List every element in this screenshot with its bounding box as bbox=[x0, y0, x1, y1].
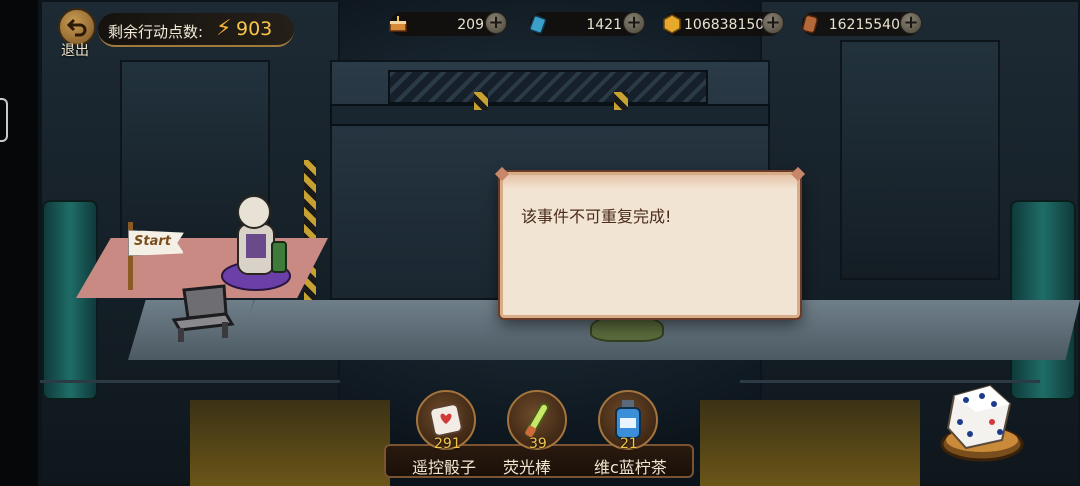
cake-icon bbox=[389, 16, 407, 32]
chair-icon bbox=[171, 284, 235, 342]
resource-value-bronze: 16215540 bbox=[828, 17, 900, 33]
background-beam bbox=[330, 104, 770, 126]
roll-dice-button[interactable] bbox=[936, 378, 1026, 464]
floor-glow-right bbox=[700, 400, 920, 486]
event-dialog[interactable]: 该事件不可重复完成! bbox=[494, 166, 806, 318]
gold-coin-icon bbox=[663, 14, 681, 34]
railing-left bbox=[40, 380, 340, 383]
add-gold-button[interactable]: + bbox=[762, 12, 784, 34]
resource-value-cake: 209 bbox=[457, 17, 484, 33]
background-machine-right bbox=[840, 40, 1000, 280]
add-cake-button[interactable]: + bbox=[485, 12, 507, 34]
hazard-stripe-top-right bbox=[614, 92, 628, 110]
item-name-lemon-tea: 维c蓝柠茶 bbox=[594, 458, 667, 477]
resource-value-gold: 106838150 bbox=[684, 17, 765, 33]
dialog-header-strip bbox=[503, 175, 797, 189]
battery-icon bbox=[529, 15, 547, 34]
background-truss bbox=[388, 70, 708, 104]
exit-label[interactable]: 退出 bbox=[61, 40, 89, 60]
player-character bbox=[221, 195, 291, 291]
action-points-value: 903 bbox=[236, 18, 273, 40]
hazard-stripe-top bbox=[474, 92, 488, 110]
item-name-glow-stick: 荧光棒 bbox=[503, 458, 552, 477]
item-count-glow-stick: 39 bbox=[529, 436, 547, 452]
lightning-bolt-icon: ⚡ bbox=[216, 16, 232, 41]
start-flag-text: Start bbox=[134, 234, 171, 249]
screen-edge bbox=[0, 0, 38, 486]
item-name-remote-dice: 遥控骰子 bbox=[412, 458, 477, 477]
add-battery-button[interactable]: + bbox=[623, 12, 645, 34]
action-points-label: 剩余行动点数: bbox=[108, 23, 204, 41]
dialog-message: 该事件不可重复完成! bbox=[521, 207, 672, 226]
add-bronze-button[interactable]: + bbox=[900, 12, 922, 34]
resource-value-battery: 1421 bbox=[586, 17, 622, 33]
slime-monster bbox=[590, 314, 664, 342]
game-screen: Start 退出 剩余行动点数: ⚡ 903 209 + 1421 + 1068… bbox=[0, 0, 1080, 486]
floor-glow-left bbox=[190, 400, 390, 486]
side-handle[interactable] bbox=[0, 98, 8, 142]
item-count-lemon-tea: 21 bbox=[620, 436, 638, 452]
tank-left bbox=[42, 200, 98, 400]
item-count-remote-dice: 291 bbox=[434, 436, 461, 452]
board-tile bbox=[976, 300, 1080, 360]
bronze-coin-icon bbox=[802, 14, 818, 34]
back-arrow-icon bbox=[66, 18, 87, 37]
